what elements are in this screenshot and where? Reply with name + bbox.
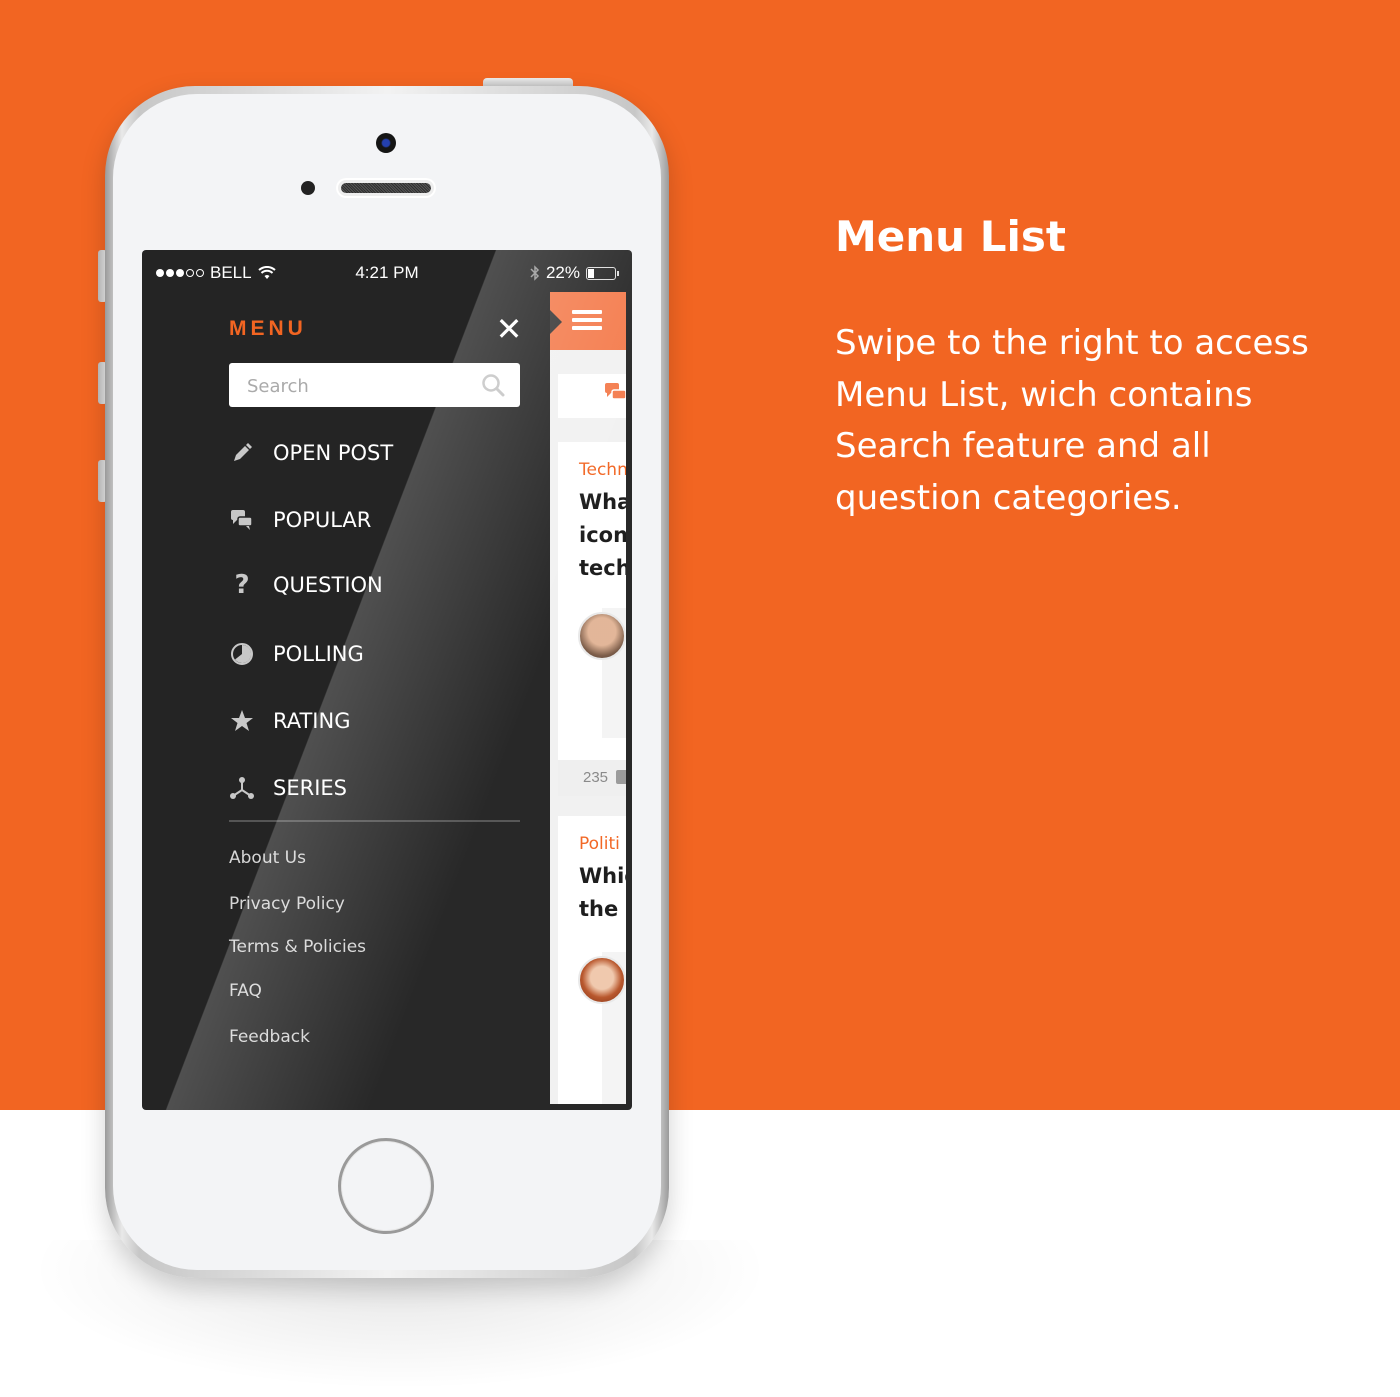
card-question-line: tech	[579, 556, 626, 580]
card-category: Techn	[579, 460, 626, 480]
card-question-line: icon	[579, 523, 626, 547]
close-menu-button[interactable]: ✕	[494, 311, 524, 347]
comment-icon	[616, 770, 626, 784]
phone-screen: BELL 4:21 PM 22% MENU ✕ Search OPEN POST…	[142, 250, 632, 1110]
feed-header	[550, 292, 626, 350]
feed-tab-bar[interactable]	[558, 374, 626, 418]
feed-preview[interactable]: Techn Wha icon tech 235 Politi Whic the …	[550, 292, 626, 1104]
card-question-line: the r	[579, 897, 626, 921]
hamburger-icon[interactable]	[572, 310, 602, 330]
question-mark-icon: ?	[234, 570, 250, 600]
link-privacy-policy[interactable]: Privacy Policy	[229, 894, 345, 914]
chat-bubbles-icon	[605, 383, 626, 400]
question-card[interactable]: Politi Whic the r	[558, 816, 626, 1104]
pencil-icon	[229, 440, 255, 466]
menu-item-series[interactable]: SERIES	[229, 771, 347, 805]
home-button[interactable]	[338, 1138, 434, 1234]
menu-divider	[229, 820, 520, 822]
card-question-line: Whic	[579, 864, 626, 888]
star-icon	[229, 708, 255, 734]
comment-count: 235	[583, 769, 609, 786]
menu-item-label: POPULAR	[273, 508, 372, 532]
bluetooth-icon	[530, 265, 540, 281]
status-right: 22%	[530, 263, 619, 283]
close-icon: ✕	[495, 311, 523, 347]
promo-description: Swipe to the right to access Menu List, …	[835, 323, 1309, 518]
menu-item-label: QUESTION	[273, 573, 383, 597]
search-input[interactable]	[245, 363, 469, 409]
menu-item-popular[interactable]: POPULAR	[229, 503, 371, 537]
network-icon	[229, 775, 255, 801]
promo-heading: Menu List	[835, 212, 1066, 261]
menu-item-question[interactable]: ? QUESTION	[229, 568, 383, 602]
male-avatar	[578, 612, 626, 660]
menu-item-label: RATING	[273, 709, 351, 733]
question-card[interactable]: Techn Wha icon tech	[558, 442, 626, 760]
menu-item-label: OPEN POST	[273, 441, 394, 465]
female-avatar	[578, 956, 626, 1004]
search-icon[interactable]	[481, 373, 505, 397]
menu-item-open-post[interactable]: OPEN POST	[229, 436, 393, 470]
front-camera	[376, 133, 396, 153]
search-field[interactable]	[229, 363, 520, 409]
header-notch	[550, 310, 562, 334]
card-footer: 235	[558, 760, 626, 796]
menu-item-rating[interactable]: RATING	[229, 704, 350, 738]
menu-item-label: POLLING	[273, 642, 364, 666]
status-bar: BELL 4:21 PM 22%	[142, 250, 632, 294]
link-terms-policies[interactable]: Terms & Policies	[229, 937, 366, 957]
link-about-us[interactable]: About Us	[229, 848, 306, 868]
link-faq[interactable]: FAQ	[229, 981, 262, 1001]
battery-icon	[586, 266, 619, 280]
menu-item-polling[interactable]: POLLING	[229, 637, 364, 671]
menu-title: MENU	[229, 317, 307, 340]
menu-item-label: SERIES	[273, 776, 347, 800]
proximity-sensor	[301, 181, 315, 195]
pie-chart-icon	[229, 641, 255, 667]
card-question-line: Wha	[579, 490, 626, 514]
link-feedback[interactable]: Feedback	[229, 1027, 310, 1047]
card-category: Politi	[579, 834, 620, 854]
earpiece-speaker	[336, 178, 436, 198]
battery-percent: 22%	[545, 263, 580, 282]
chat-bubbles-icon	[229, 507, 255, 533]
